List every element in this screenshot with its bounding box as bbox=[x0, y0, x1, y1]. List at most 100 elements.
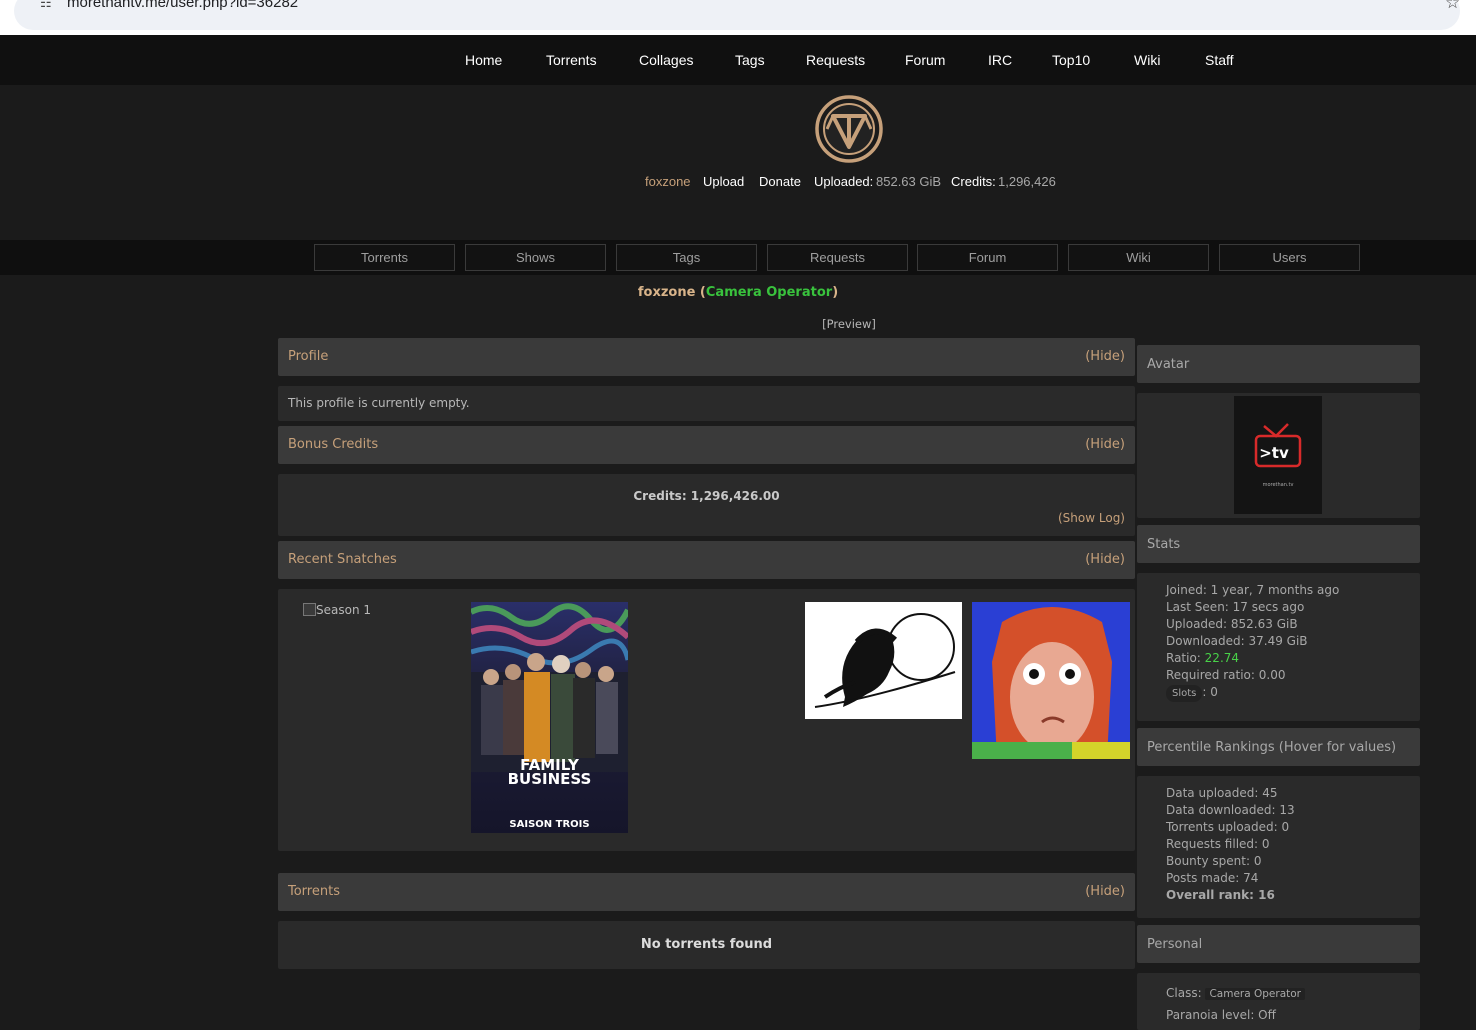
rank-posts-made[interactable]: Posts made: 74 bbox=[1166, 870, 1295, 887]
poster-sisyphus[interactable] bbox=[805, 602, 962, 719]
browser-address-bar: ☷ morethantv.me/user.php?id=36282 ☆ bbox=[0, 0, 1476, 35]
nav-staff[interactable]: Staff bbox=[1205, 52, 1234, 68]
bonus-title: Bonus Credits bbox=[288, 437, 379, 452]
poster-title-line2: BUSINESS bbox=[508, 770, 592, 788]
tune-icon[interactable]: ☷ bbox=[40, 0, 52, 11]
subnav-wiki[interactable]: Wiki bbox=[1068, 244, 1209, 271]
broken-image-icon bbox=[303, 603, 316, 616]
sub-nav: Torrents Shows Tags Requests Forum Wiki … bbox=[0, 240, 1476, 275]
subnav-shows[interactable]: Shows bbox=[465, 244, 606, 271]
rank-data-uploaded[interactable]: Data uploaded: 45 bbox=[1166, 785, 1295, 802]
nav-tags[interactable]: Tags bbox=[735, 52, 765, 68]
broken-image-alt: Season 1 bbox=[316, 603, 372, 617]
avatar-small-text: morethan.tv bbox=[1263, 482, 1294, 488]
username-link[interactable]: foxzone bbox=[645, 174, 691, 189]
slots-value: : 0 bbox=[1202, 685, 1218, 699]
nav-top10[interactable]: Top10 bbox=[1052, 52, 1090, 68]
avatar-title: Avatar bbox=[1147, 357, 1190, 372]
nav-collages[interactable]: Collages bbox=[639, 52, 693, 68]
snatches-title: Recent Snatches bbox=[288, 552, 397, 567]
personal-class-label: Class: bbox=[1166, 986, 1202, 1000]
uploaded-value: 852.63 GiB bbox=[876, 174, 942, 189]
percentile-title: Percentile Rankings (Hover for values) bbox=[1147, 740, 1397, 755]
personal-paranoia: Paranoia level: Off bbox=[1166, 1008, 1276, 1022]
percentile-panel-body: Data uploaded: 45 Data downloaded: 13 To… bbox=[1137, 776, 1420, 918]
no-torrents-text: No torrents found bbox=[640, 937, 773, 952]
show-log-link[interactable]: (Show Log) bbox=[1058, 511, 1125, 525]
personal-title: Personal bbox=[1147, 937, 1203, 952]
snatches-panel-body: Season 1 FAMILY BUSINESS SAISON TROIS bbox=[278, 589, 1135, 851]
stat-uploaded: Uploaded: 852.63 GiB bbox=[1166, 617, 1298, 631]
poster-cartoon[interactable] bbox=[972, 602, 1130, 759]
profile-panel-body: This profile is currently empty. bbox=[278, 386, 1135, 421]
title-open-paren: ( bbox=[695, 285, 706, 300]
profile-title: Profile bbox=[288, 349, 329, 364]
title-user-class: Camera Operator bbox=[705, 285, 833, 300]
title-username: foxzone bbox=[637, 285, 696, 300]
personal-panel-body: Class: Camera Operator Paranoia level: O… bbox=[1137, 973, 1420, 1030]
star-icon[interactable]: ☆ bbox=[1445, 0, 1460, 13]
broken-image-poster[interactable]: Season 1 bbox=[303, 603, 371, 617]
profile-hide-link[interactable]: (Hide) bbox=[1085, 349, 1125, 364]
subnav-tags[interactable]: Tags bbox=[616, 244, 757, 271]
subnav-requests[interactable]: Requests bbox=[767, 244, 908, 271]
nav-home[interactable]: Home bbox=[465, 52, 502, 68]
address-bar-pill[interactable]: ☷ morethantv.me/user.php?id=36282 ☆ bbox=[14, 0, 1460, 30]
credits-value: 1,296,426 bbox=[998, 174, 1056, 189]
personal-panel-header: Personal bbox=[1137, 925, 1420, 963]
uploaded-label: Uploaded: bbox=[814, 174, 874, 189]
bonus-credits-value: Credits: 1,296,426.00 bbox=[633, 489, 780, 503]
subnav-forum[interactable]: Forum bbox=[917, 244, 1058, 271]
stat-last-seen: Last Seen: 17 secs ago bbox=[1166, 600, 1305, 614]
torrents-hide-link[interactable]: (Hide) bbox=[1085, 884, 1125, 899]
poster-subtitle: SAISON TROIS bbox=[509, 819, 589, 830]
stats-panel-body: Joined: 1 year, 7 months ago Last Seen: … bbox=[1137, 573, 1420, 721]
personal-class: Class: Camera Operator bbox=[1166, 983, 1305, 1005]
poster-sisyphus-art bbox=[814, 613, 956, 708]
torrents-panel-header: Torrents (Hide) bbox=[278, 873, 1135, 911]
stat-joined: Joined: 1 year, 7 months ago bbox=[1166, 583, 1340, 597]
snatches-hide-link[interactable]: (Hide) bbox=[1085, 552, 1125, 567]
subnav-torrents[interactable]: Torrents bbox=[314, 244, 455, 271]
url-text[interactable]: morethantv.me/user.php?id=36282 bbox=[67, 0, 298, 11]
rank-bounty-spent[interactable]: Bounty spent: 0 bbox=[1166, 853, 1295, 870]
avatar-panel-header: Avatar bbox=[1137, 345, 1420, 383]
torrents-title: Torrents bbox=[288, 884, 340, 899]
nav-forum[interactable]: Forum bbox=[905, 52, 945, 68]
stat-ratio-value: 22.74 bbox=[1204, 651, 1240, 665]
nav-wiki[interactable]: Wiki bbox=[1134, 52, 1160, 68]
avatar-logo-text: >tv bbox=[1259, 444, 1289, 462]
rank-overall: Overall rank: 16 bbox=[1166, 888, 1275, 902]
title-close-paren: ) bbox=[832, 285, 839, 300]
bonus-hide-link[interactable]: (Hide) bbox=[1085, 437, 1125, 452]
stats-panel-header: Stats bbox=[1137, 525, 1420, 563]
preview-link[interactable]: [Preview] bbox=[0, 317, 1476, 331]
slots-badge: Slots bbox=[1166, 685, 1203, 702]
upload-link[interactable]: Upload bbox=[703, 174, 744, 189]
torrents-panel-body: No torrents found bbox=[278, 921, 1135, 969]
profile-panel-header: Profile (Hide) bbox=[278, 338, 1135, 376]
rank-data-downloaded[interactable]: Data downloaded: 13 bbox=[1166, 802, 1295, 819]
bonus-panel-body: Credits: 1,296,426.00 (Show Log) bbox=[278, 474, 1135, 536]
rank-torrents-uploaded[interactable]: Torrents uploaded: 0 bbox=[1166, 819, 1295, 836]
poster-family-business[interactable]: FAMILY BUSINESS SAISON TROIS bbox=[471, 602, 628, 833]
nav-torrents[interactable]: Torrents bbox=[546, 52, 597, 68]
nav-irc[interactable]: IRC bbox=[988, 52, 1012, 68]
percentile-list: Data uploaded: 45 Data downloaded: 13 To… bbox=[1166, 785, 1295, 904]
avatar-image: >tv morethan.tv bbox=[1234, 396, 1322, 514]
stats-list: Joined: 1 year, 7 months ago Last Seen: … bbox=[1166, 582, 1339, 702]
poster-cartoon-art bbox=[972, 602, 1130, 759]
subnav-users[interactable]: Users bbox=[1219, 244, 1360, 271]
nav-requests[interactable]: Requests bbox=[806, 52, 865, 68]
credits-label: Credits: bbox=[951, 174, 996, 189]
personal-list: Class: Camera Operator Paranoia level: O… bbox=[1166, 983, 1305, 1026]
personal-class-value: Camera Operator bbox=[1205, 988, 1305, 1000]
rank-requests-filled[interactable]: Requests filled: 0 bbox=[1166, 836, 1295, 853]
donate-link[interactable]: Donate bbox=[759, 174, 801, 189]
percentile-panel-header: Percentile Rankings (Hover for values) bbox=[1137, 728, 1420, 766]
page-title: foxzone (Camera Operator) bbox=[0, 285, 1476, 300]
site-logo[interactable] bbox=[815, 95, 883, 163]
stat-slots: Slots: 0 bbox=[1166, 684, 1339, 702]
stat-ratio: Ratio: 22.74 bbox=[1166, 650, 1339, 667]
user-info-bar: foxzone Upload Donate Uploaded: 852.63 G… bbox=[0, 174, 1476, 192]
